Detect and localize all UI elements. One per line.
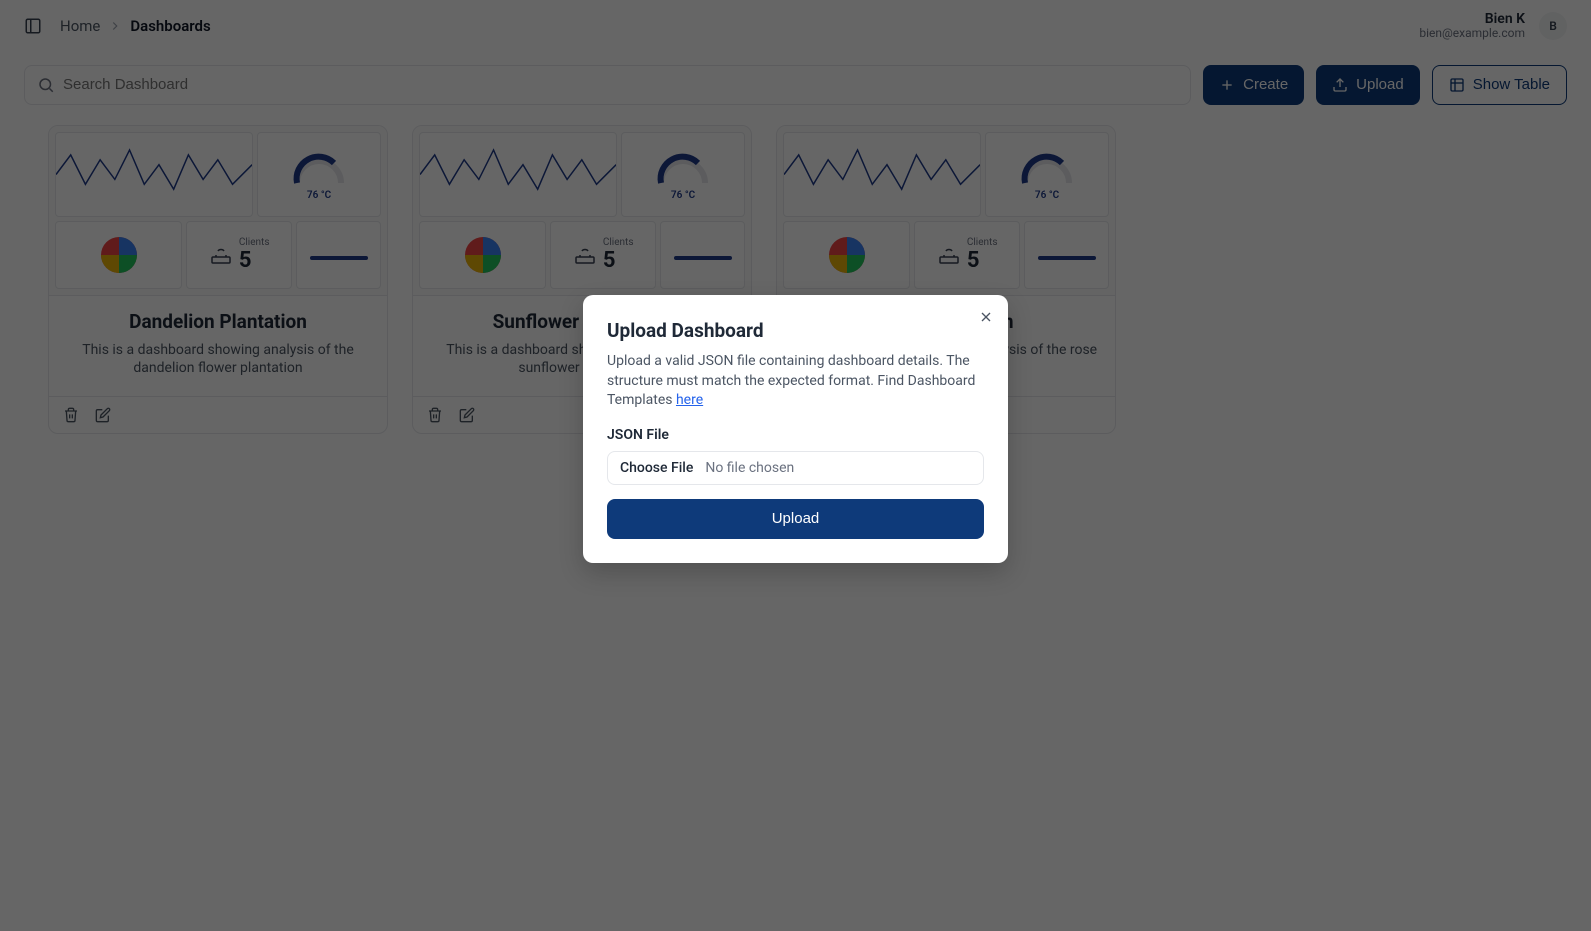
modal-description-text: Upload a valid JSON file containing dash… (607, 353, 975, 408)
close-icon (978, 309, 994, 325)
file-placeholder: No file chosen (705, 460, 794, 476)
choose-file-label: Choose File (620, 460, 693, 476)
modal-upload-button[interactable]: Upload (607, 499, 984, 539)
dashboard-templates-link[interactable]: here (676, 392, 703, 408)
modal-close-button[interactable] (978, 309, 994, 325)
json-file-label: JSON File (607, 427, 984, 443)
file-input[interactable]: Choose File No file chosen (607, 451, 984, 485)
upload-dashboard-modal: Upload Dashboard Upload a valid JSON fil… (583, 295, 1008, 563)
modal-overlay[interactable]: Upload Dashboard Upload a valid JSON fil… (0, 0, 1591, 931)
modal-title: Upload Dashboard (607, 319, 984, 342)
modal-description: Upload a valid JSON file containing dash… (607, 352, 984, 411)
